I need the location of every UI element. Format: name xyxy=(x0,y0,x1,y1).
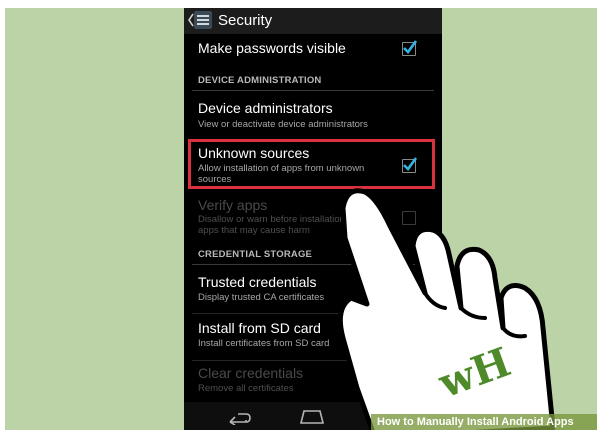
setting-install-from-sd-card[interactable]: Install from SD card Install certificate… xyxy=(184,314,442,360)
page-title: Security xyxy=(218,12,273,29)
settings-icon[interactable] xyxy=(194,11,212,29)
section-header-device-administration: DEVICE ADMINISTRATION xyxy=(198,75,322,86)
checkmark-icon xyxy=(403,40,418,54)
section-header-credential-storage: CREDENTIAL STORAGE xyxy=(198,249,313,260)
setting-summary: Display trusted CA certificates xyxy=(198,292,325,303)
setting-summary-line-1: Disallow or warn before installation of xyxy=(198,214,356,225)
svg-text:wH: wH xyxy=(432,338,517,407)
setting-verify-apps[interactable]: Verify apps Disallow or warn before inst… xyxy=(184,193,442,241)
back-icon[interactable] xyxy=(224,407,252,425)
watermark-caption: How to Manually Install Android Apps xyxy=(371,414,597,430)
section-rule xyxy=(192,264,434,265)
setting-label: Make passwords visible xyxy=(198,40,346,56)
setting-make-passwords-visible[interactable]: Make passwords visible xyxy=(184,34,442,66)
home-icon[interactable] xyxy=(297,407,327,425)
android-screen: Security Make passwords visible DEVICE A… xyxy=(184,8,442,430)
setting-label: Device administrators xyxy=(198,100,333,116)
setting-label: Trusted credentials xyxy=(198,274,317,290)
setting-summary: View or deactivate device administrators xyxy=(198,119,368,130)
setting-label: Install from SD card xyxy=(198,320,321,336)
verify-apps-checkbox[interactable] xyxy=(402,211,416,225)
setting-device-administrators[interactable]: Device administrators View or deactivate… xyxy=(184,94,442,138)
setting-summary-line-2: apps that may cause harm xyxy=(198,225,310,236)
setting-summary: Install certificates from SD card xyxy=(198,338,330,349)
wikihow-logo: wH xyxy=(432,338,517,407)
setting-summary: Remove all certificates xyxy=(198,383,294,394)
action-bar: Security xyxy=(184,8,442,34)
setting-clear-credentials[interactable]: Clear credentials Remove all certificate… xyxy=(184,361,442,401)
section-rule xyxy=(192,90,434,91)
highlight-box xyxy=(188,139,435,189)
screenshot-stage: Security Make passwords visible DEVICE A… xyxy=(5,8,597,430)
make-passwords-visible-checkbox[interactable] xyxy=(402,40,418,56)
setting-trusted-credentials[interactable]: Trusted credentials Display trusted CA c… xyxy=(184,268,442,312)
setting-label: Verify apps xyxy=(198,197,268,213)
setting-label: Clear credentials xyxy=(198,365,304,381)
